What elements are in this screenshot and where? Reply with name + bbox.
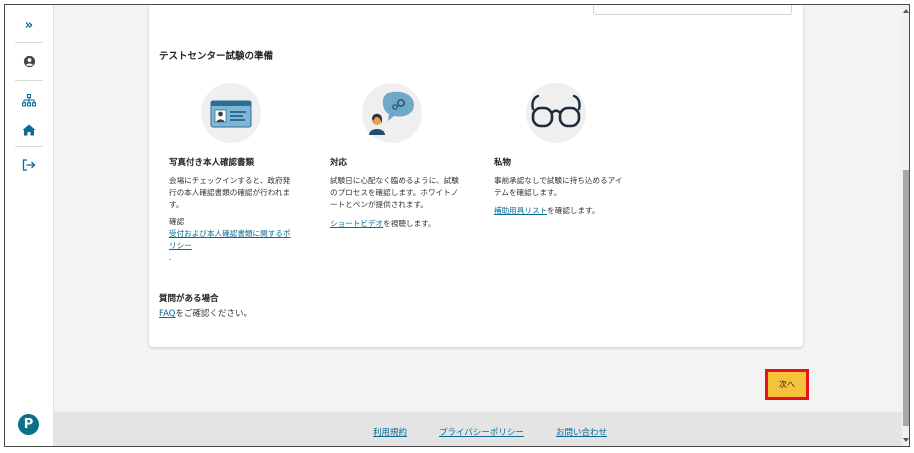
home-button[interactable] xyxy=(5,118,53,142)
short-video-link[interactable]: ショートビデオ xyxy=(330,219,383,228)
questions-body: FAQをご確認ください。 xyxy=(159,307,252,319)
column-description: 会場にチェックインすると、政府発行の本人確認書類の確認が行われます。 xyxy=(169,176,291,210)
link-suffix: を確認します。 xyxy=(547,206,600,216)
chat-person-illustration xyxy=(362,83,422,143)
chat-person-icon xyxy=(369,91,414,135)
sitemap-icon xyxy=(22,93,36,106)
link-suffix: を視聴します。 xyxy=(383,218,436,228)
column-title: 対応 xyxy=(330,158,348,168)
scroll-up-icon[interactable] xyxy=(903,7,909,15)
scroll-down-icon[interactable] xyxy=(903,436,909,444)
sidebar-divider xyxy=(15,146,43,147)
contact-link[interactable]: お問い合わせ xyxy=(556,426,607,438)
sidebar-divider xyxy=(15,80,43,81)
column-body: 事前承認なしで試験に持ち込めるアイテムを確認します。 補助用具リストを確認します… xyxy=(494,175,624,218)
pearson-logo[interactable]: P xyxy=(18,414,39,435)
scroll-thumb[interactable] xyxy=(903,170,909,426)
user-icon xyxy=(23,55,35,67)
main-content: テストセンター試験の準備 写真付き本人確認書類 会場にチェックインすると、政府発… xyxy=(54,5,902,446)
questions-suffix: をご確認ください。 xyxy=(175,309,252,319)
glasses-icon xyxy=(531,94,581,128)
logo-letter: P xyxy=(23,417,34,432)
column-body: 会場にチェックインすると、政府発行の本人確認書類の確認が行われます。 確認 受付… xyxy=(169,175,297,264)
footer: 利用規約 プライバシーポリシー お問い合わせ xyxy=(54,412,902,446)
id-policy-link[interactable]: 受付および本人確認書類に関するポリシー xyxy=(169,229,291,250)
browser-frame: » P テストセンター試験の準備 写真付き本人確認書類 会場にチェックインすると… xyxy=(4,4,910,447)
profile-button[interactable] xyxy=(5,49,53,73)
column-title: 写真付き本人確認書類 xyxy=(169,158,255,168)
column-description: 試験日に心配なく臨めるように、試験のプロセスを確認します。ホワイトノートとペンが… xyxy=(330,176,459,210)
id-card-illustration xyxy=(201,83,261,143)
column-description: 事前承認なしで試験に持ち込めるアイテムを確認します。 xyxy=(494,176,623,198)
section-title: テストセンター試験の準備 xyxy=(159,51,274,62)
confirm-label: 確認 xyxy=(169,216,185,226)
questions-title: 質問がある場合 xyxy=(159,294,219,304)
expand-icon: » xyxy=(24,17,34,33)
preparation-card: テストセンター試験の準備 写真付き本人確認書類 会場にチェックインすると、政府発… xyxy=(149,5,803,347)
trailing-period: . xyxy=(169,253,172,263)
column-body: 試験日に心配なく臨めるように、試験のプロセスを確認します。ホワイトノートとペンが… xyxy=(330,175,462,230)
id-card-icon xyxy=(210,100,252,128)
next-button[interactable]: 次へ xyxy=(768,372,806,397)
expand-sidebar-button[interactable]: » xyxy=(5,13,53,37)
column-title: 私物 xyxy=(494,158,512,168)
aid-list-link[interactable]: 補助用具リスト xyxy=(494,206,547,215)
faq-link[interactable]: FAQ xyxy=(159,309,175,319)
privacy-link[interactable]: プライバシーポリシー xyxy=(439,426,524,438)
terms-link[interactable]: 利用規約 xyxy=(373,426,407,438)
vertical-scrollbar[interactable] xyxy=(902,5,909,446)
sitemap-button[interactable] xyxy=(5,88,53,112)
sign-out-icon xyxy=(22,159,36,171)
sidebar-divider xyxy=(15,42,43,43)
sidebar: » P xyxy=(5,5,54,446)
top-field-edge xyxy=(593,5,792,15)
next-button-highlight: 次へ xyxy=(765,369,809,400)
home-icon xyxy=(22,124,36,136)
sign-out-button[interactable] xyxy=(5,153,53,177)
glasses-illustration xyxy=(526,83,586,143)
